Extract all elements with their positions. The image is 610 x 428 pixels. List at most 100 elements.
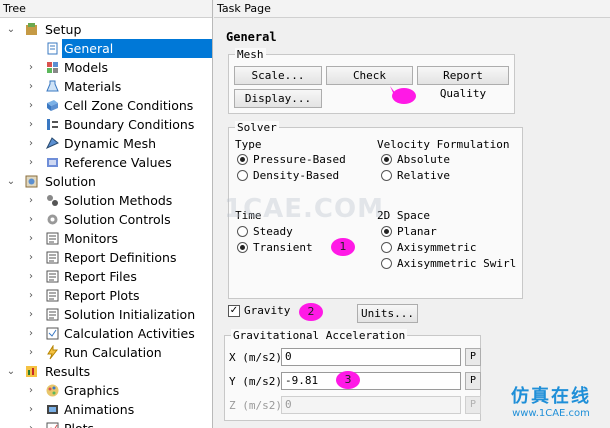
tree-header: Tree — [0, 0, 212, 18]
chevron-right-icon[interactable]: › — [26, 400, 36, 419]
chevron-right-icon[interactable]: › — [26, 286, 36, 305]
tree-item-label: Report Plots — [64, 288, 140, 303]
chevron-right-icon[interactable]: › — [26, 96, 36, 115]
tree-item-label: Reference Values — [64, 155, 172, 170]
mesh-group-title: Mesh — [235, 48, 266, 61]
x-label: X (m/s2) — [229, 351, 282, 364]
tree-item-label: Solution Methods — [64, 193, 173, 208]
chevron-right-icon[interactable]: › — [26, 419, 36, 428]
tree-item-run-calculation[interactable]: › Run Calculation — [0, 343, 212, 362]
run-calculation-icon — [45, 344, 60, 360]
tree-item-animations[interactable]: › Animations — [0, 400, 212, 419]
radio-unselected-icon — [381, 242, 392, 253]
chevron-right-icon[interactable]: › — [26, 229, 36, 248]
solution-icon — [24, 174, 39, 189]
tree-item-label: Report Definitions — [64, 250, 177, 265]
graphics-icon — [45, 383, 60, 398]
tree-item-label: Materials — [64, 79, 122, 94]
tree-item-models[interactable]: › Models — [0, 58, 212, 77]
radio-absolute[interactable]: Absolute — [381, 153, 450, 167]
tree-item-label: Animations — [64, 402, 135, 417]
materials-icon — [45, 79, 60, 94]
tree-item-label: Boundary Conditions — [64, 117, 195, 132]
chevron-down-icon[interactable]: ⌄ — [6, 172, 16, 191]
chevron-right-icon[interactable]: › — [26, 58, 36, 77]
tree-item-report-plots[interactable]: › Report Plots — [0, 286, 212, 305]
page-title: General — [226, 30, 277, 44]
gravity-acceleration-title: Gravitational Acceleration — [231, 329, 408, 342]
chevron-right-icon[interactable]: › — [26, 267, 36, 286]
setup-icon — [24, 22, 39, 37]
radio-selected-icon — [381, 154, 392, 165]
tree-item-report-definitions[interactable]: › Report Definitions — [0, 248, 212, 267]
tree-item-boundary-conditions[interactable]: › Boundary Conditions — [0, 115, 212, 134]
tree-item-label: Cell Zone Conditions — [64, 98, 194, 113]
tree-item-dynamic-mesh[interactable]: › Dynamic Mesh — [0, 134, 212, 153]
radio-relative[interactable]: Relative — [381, 169, 450, 183]
reference-values-icon — [45, 155, 60, 170]
chevron-down-icon[interactable]: ⌄ — [6, 362, 16, 381]
check-button[interactable]: Check — [326, 66, 413, 85]
tree-item-materials[interactable]: › Materials — [0, 77, 212, 96]
tree-item-setup[interactable]: ⌄ Setup — [0, 20, 212, 39]
chevron-right-icon[interactable]: › — [26, 210, 36, 229]
chevron-right-icon[interactable]: › — [26, 191, 36, 210]
radio-transient[interactable]: Transient — [237, 241, 313, 255]
chevron-right-icon[interactable]: › — [26, 343, 36, 362]
radio-axisymmetric[interactable]: Axisymmetric — [381, 241, 476, 255]
chevron-right-icon[interactable]: › — [26, 153, 36, 172]
tree-item-solution[interactable]: ⌄ Solution — [0, 172, 212, 191]
annotation-badge-3: 3 — [336, 371, 360, 389]
tree-item-cell-zone-conditions[interactable]: › Cell Zone Conditions — [0, 96, 212, 115]
display-button[interactable]: Display... — [234, 89, 322, 108]
radio-pressure-based[interactable]: Pressure-Based — [237, 153, 346, 167]
solution-init-icon — [45, 307, 60, 322]
radio-steady[interactable]: Steady — [237, 225, 293, 239]
chevron-down-icon[interactable]: ⌄ — [6, 20, 16, 39]
report-files-icon — [45, 269, 60, 284]
radio-unselected-icon — [237, 226, 248, 237]
radio-density-based[interactable]: Density-Based — [237, 169, 339, 183]
radio-unselected-icon — [381, 170, 392, 181]
logo-text: 仿真在线 — [511, 386, 591, 407]
y-parameter-button[interactable]: P — [465, 372, 481, 390]
chevron-right-icon[interactable]: › — [26, 115, 36, 134]
chevron-right-icon[interactable]: › — [26, 381, 36, 400]
general-icon — [45, 41, 60, 56]
report-quality-button[interactable]: Report Quality — [417, 66, 509, 100]
x-parameter-button[interactable]: P — [465, 348, 481, 366]
tree-item-solution-controls[interactable]: › Solution Controls — [0, 210, 212, 229]
tree-item-results[interactable]: ⌄ Results — [0, 362, 212, 381]
y-label: Y (m/s2) — [229, 375, 282, 388]
chevron-right-icon[interactable]: › — [26, 248, 36, 267]
tree-item-general[interactable]: General — [0, 39, 212, 58]
tree-item-graphics[interactable]: › Graphics — [0, 381, 212, 400]
tree-item-monitors[interactable]: › Monitors — [0, 229, 212, 248]
tree-item-label: Setup — [45, 22, 82, 37]
chevron-right-icon[interactable]: › — [26, 305, 36, 324]
dynamic-mesh-icon — [45, 136, 60, 151]
tree-item-label: General — [62, 39, 212, 58]
task-page-header: Task Page — [214, 0, 610, 18]
scale-button[interactable]: Scale... — [234, 66, 322, 85]
x-acceleration-field[interactable]: 0 — [281, 348, 461, 366]
tree-item-reference-values[interactable]: › Reference Values — [0, 153, 212, 172]
tree-item-label: Plots — [62, 419, 98, 428]
tree-item-solution-methods[interactable]: › Solution Methods — [0, 191, 212, 210]
click-annotation-icon — [390, 86, 416, 104]
gravity-checkbox[interactable]: ✓ — [228, 305, 240, 317]
chevron-right-icon[interactable]: › — [26, 77, 36, 96]
chevron-right-icon[interactable]: › — [26, 324, 36, 343]
units-button[interactable]: Units... — [357, 304, 418, 323]
tree-item-label: Report Files — [64, 269, 137, 284]
radio-axisymmetric-swirl[interactable]: Axisymmetric Swirl — [381, 257, 516, 271]
chevron-right-icon[interactable]: › — [26, 134, 36, 153]
mesh-group: Mesh Scale... Check Report Quality Displ… — [228, 48, 515, 114]
solver-group-title: Solver — [235, 121, 279, 134]
tree-item-plots[interactable]: › Plots — [0, 419, 212, 428]
y-acceleration-field[interactable]: -9.81 — [281, 372, 461, 390]
tree-item-solution-initialization[interactable]: › Solution Initialization — [0, 305, 212, 324]
tree-item-calculation-activities[interactable]: › Calculation Activities — [0, 324, 212, 343]
radio-planar[interactable]: Planar — [381, 225, 437, 239]
tree-item-report-files[interactable]: › Report Files — [0, 267, 212, 286]
